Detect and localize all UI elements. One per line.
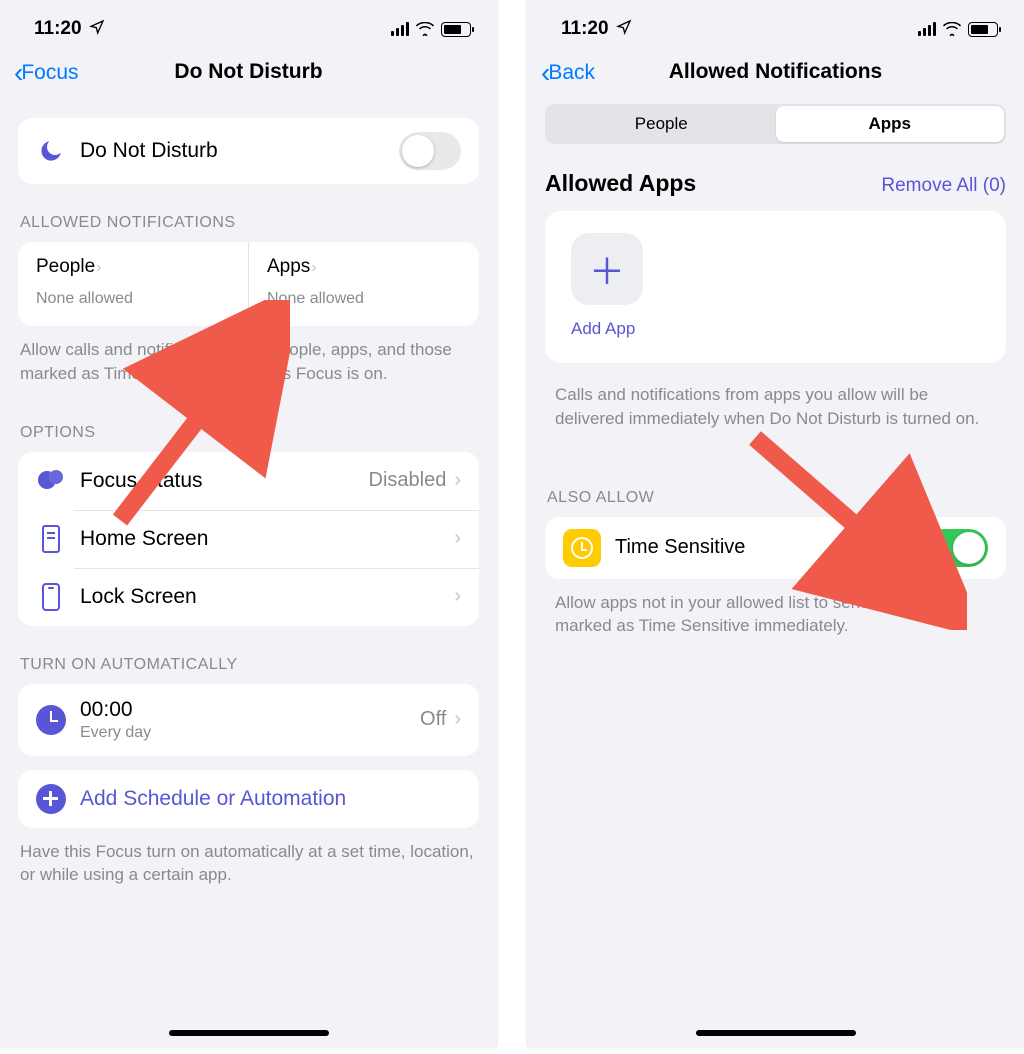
remove-all-link[interactable]: Remove All (0) (881, 175, 1006, 197)
home-indicator[interactable] (169, 1030, 329, 1036)
time-sensitive-icon (563, 529, 601, 567)
time-sensitive-label: Time Sensitive (615, 536, 926, 559)
lock-screen-label: Lock Screen (80, 585, 454, 609)
allowed-notifications-group: People› None allowed Apps› None allowed (18, 242, 479, 326)
schedule-detail: Off (420, 708, 446, 731)
focus-status-icon (36, 466, 66, 496)
allowed-apps-title: Apps (267, 256, 310, 277)
home-screen-icon (36, 524, 66, 554)
lock-screen-row[interactable]: Lock Screen › (18, 568, 479, 626)
dnd-label: Do Not Disturb (80, 139, 399, 163)
home-indicator[interactable] (696, 1030, 856, 1036)
focus-status-detail: Disabled (369, 469, 447, 492)
allowed-notifications-footer: Allow calls and notifications from peopl… (0, 326, 497, 394)
nav-back-button[interactable]: ‹ Focus (14, 59, 79, 87)
cellular-icon (391, 22, 409, 36)
home-screen-row[interactable]: Home Screen › (18, 510, 479, 568)
allowed-people-cell[interactable]: People› None allowed (18, 242, 248, 326)
add-schedule-label: Add Schedule or Automation (80, 787, 461, 811)
turn-on-auto-footer: Have this Focus turn on automatically at… (0, 828, 497, 896)
allowed-people-title: People (36, 256, 95, 277)
status-time: 11:20 (561, 18, 609, 40)
segmented-control[interactable]: People Apps (545, 104, 1006, 144)
segment-apps[interactable]: Apps (776, 106, 1005, 142)
chevron-right-icon: › (454, 708, 461, 731)
chevron-right-icon: › (96, 259, 101, 276)
nav-title: Do Not Disturb (174, 60, 322, 84)
chevron-right-icon: › (311, 259, 316, 276)
nav-bar: ‹ Back Allowed Notifications (527, 48, 1024, 98)
nav-back-label: Focus (21, 61, 78, 85)
location-icon (616, 19, 632, 40)
wifi-icon (415, 22, 435, 36)
allowed-apps-box: ＋ Add App (545, 211, 1006, 363)
screenshot-allowed-notifications: 11:20 ‹ Back Allowed Notifications Peopl… (527, 0, 1024, 1048)
allowed-apps-header: Allowed Apps (545, 170, 696, 197)
time-sensitive-row: Time Sensitive (545, 517, 1006, 579)
nav-back-button[interactable]: ‹ Back (541, 59, 595, 87)
allowed-apps-subtitle: None allowed (267, 290, 461, 308)
battery-icon (441, 22, 471, 37)
allowed-notifications-header: ALLOWED NOTIFICATIONS (0, 184, 497, 242)
focus-status-row[interactable]: Focus Status Disabled › (18, 452, 479, 510)
schedule-row[interactable]: 00:00 Every day Off › (18, 684, 479, 756)
nav-back-label: Back (548, 61, 595, 85)
turn-on-auto-header: TURN ON AUTOMATICALLY (0, 626, 497, 684)
lock-screen-icon (36, 582, 66, 612)
schedule-time: 00:00 (80, 698, 420, 722)
focus-status-label: Focus Status (80, 469, 369, 493)
status-time: 11:20 (34, 18, 82, 40)
schedule-sub: Every day (80, 724, 420, 742)
dnd-toggle-row: Do Not Disturb (18, 118, 479, 184)
allowed-people-subtitle: None allowed (36, 290, 230, 308)
plus-circle-icon (36, 784, 66, 814)
options-header: OPTIONS (0, 394, 497, 452)
time-sensitive-switch[interactable] (926, 529, 988, 567)
home-screen-label: Home Screen (80, 527, 454, 551)
moon-icon (36, 136, 66, 166)
status-bar: 11:20 (527, 0, 1024, 48)
chevron-right-icon: › (454, 585, 461, 608)
add-app-label[interactable]: Add App (571, 319, 980, 339)
screenshot-focus-dnd: 11:20 ‹ Focus Do Not Disturb Do Not Dist… (0, 0, 497, 1048)
dnd-switch[interactable] (399, 132, 461, 170)
clock-icon (36, 705, 66, 735)
wifi-icon (942, 22, 962, 36)
add-app-tile[interactable]: ＋ (571, 233, 643, 305)
allowed-apps-footer: Calls and notifications from apps you al… (527, 363, 1024, 439)
cellular-icon (918, 22, 936, 36)
status-bar: 11:20 (0, 0, 497, 48)
also-allow-footer: Allow apps not in your allowed list to s… (527, 579, 1024, 647)
chevron-right-icon: › (454, 469, 461, 492)
nav-title: Allowed Notifications (669, 60, 883, 84)
location-icon (89, 19, 105, 40)
chevron-right-icon: › (454, 527, 461, 550)
allowed-apps-cell[interactable]: Apps› None allowed (248, 242, 479, 326)
also-allow-header: ALSO ALLOW (527, 439, 1024, 517)
add-schedule-row[interactable]: Add Schedule or Automation (18, 770, 479, 828)
segment-people[interactable]: People (547, 106, 776, 142)
nav-bar: ‹ Focus Do Not Disturb (0, 48, 497, 98)
battery-icon (968, 22, 998, 37)
